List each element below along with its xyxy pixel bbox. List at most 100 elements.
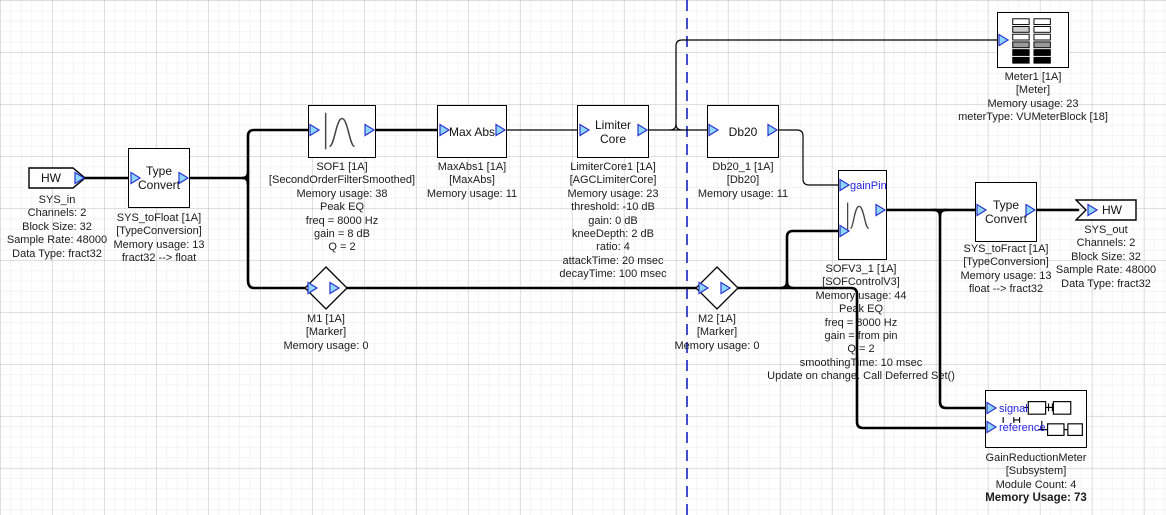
block-limitercore1[interactable]: Limiter Core — [577, 105, 649, 158]
caption-line: [SOFControlV3] — [767, 276, 955, 289]
caption-line: [Db20] — [698, 174, 788, 187]
block-label: Limiter Core — [578, 118, 648, 146]
caption-line: Channels: 2 — [7, 207, 107, 220]
caption-line: attackTime: 20 msec — [559, 255, 666, 268]
block-sys-out-hw[interactable]: HW — [1075, 199, 1137, 221]
block-caption: SYS_outChannels: 2Block Size: 32Sample R… — [1056, 224, 1156, 291]
block-sys-in-hw[interactable]: HW — [28, 167, 86, 189]
caption-line: Sample Rate: 48000 — [1056, 264, 1156, 277]
block-caption: M2 [1A][Marker]Memory usage: 0 — [675, 313, 760, 353]
block-db20[interactable]: Db20 — [707, 105, 779, 158]
caption-line: SOF1 [1A] — [269, 161, 415, 174]
schematic-canvas[interactable]: SYS_inChannels: 2Block Size: 32Sample Ra… — [0, 0, 1166, 515]
block-label: Db20 — [726, 125, 761, 139]
caption-line: freq = 8000 Hz — [269, 215, 415, 228]
caption-line: Block Size: 32 — [7, 221, 107, 234]
wire[interactable] — [243, 178, 248, 184]
block-m2-marker[interactable] — [695, 266, 739, 310]
caption-line: SYS_out — [1056, 224, 1156, 237]
caption-line: [TypeConversion] — [960, 256, 1051, 269]
caption-line: Peak EQ — [767, 303, 955, 316]
caption-line: Memory usage: 0 — [284, 340, 369, 353]
block-meter1[interactable] — [997, 12, 1069, 68]
caption-line: Memory usage: 23 — [958, 98, 1108, 111]
caption-line: Peak EQ — [269, 201, 415, 214]
block-label: Max Abs — [446, 125, 498, 139]
block-gain-reduction-meter[interactable]: signal reference — [985, 390, 1087, 448]
caption-line: Meter1 [1A] — [958, 71, 1108, 84]
block-sys-tofloat[interactable]: Type Convert — [128, 148, 190, 208]
block-caption: MaxAbs1 [1A][MaxAbs]Memory usage: 11 — [427, 161, 517, 201]
caption-line: Block Size: 32 — [1056, 251, 1156, 264]
caption-line: decayTime: 100 msec — [559, 268, 666, 281]
caption-line: meterType: VUMeterBlock [18] — [958, 111, 1108, 124]
block-label: HW — [1099, 203, 1125, 217]
caption-line: Q = 2 — [269, 241, 415, 254]
caption-line: Module Count: 4 — [985, 479, 1087, 492]
block-caption: SOF1 [1A][SecondOrderFilterSmoothed]Memo… — [269, 161, 415, 255]
caption-line: M2 [1A] — [675, 313, 760, 326]
caption-line: threshold: -10 dB — [559, 201, 666, 214]
caption-line: gain: 0 dB — [559, 215, 666, 228]
caption-line: Memory usage: 23 — [559, 188, 666, 201]
caption-line: [Marker] — [675, 326, 760, 339]
caption-line: gain = from pin — [767, 330, 955, 343]
caption-line: ratio: 4 — [559, 241, 666, 254]
caption-line: M1 [1A] — [284, 313, 369, 326]
block-m1-marker[interactable] — [304, 266, 348, 310]
caption-line: [Marker] — [284, 326, 369, 339]
caption-line: LimiterCore1 [1A] — [559, 161, 666, 174]
caption-line: [TypeConversion] — [113, 225, 204, 238]
block-caption: GainReductionMeter[Subsystem]Module Coun… — [985, 452, 1087, 506]
caption-line: Data Type: fract32 — [1056, 278, 1156, 291]
caption-line: [AGCLimiterCore] — [559, 174, 666, 187]
caption-line: freq = 8000 Hz — [767, 317, 955, 330]
block-maxabs1[interactable]: Max Abs — [437, 105, 507, 158]
caption-line: Sample Rate: 48000 — [7, 234, 107, 247]
caption-line: Update on change. Call Deferred Set() — [767, 370, 955, 383]
block-caption: SYS_inChannels: 2Block Size: 32Sample Ra… — [7, 194, 107, 261]
block-sofv3[interactable]: gainPin — [838, 170, 887, 260]
marker-diamond — [304, 266, 348, 310]
block-sof1[interactable] — [308, 105, 376, 158]
caption-line: Db20_1 [1A] — [698, 161, 788, 174]
block-label: Type Convert — [976, 198, 1036, 226]
wire[interactable] — [676, 124, 682, 130]
block-caption: SYS_toFloat [1A][TypeConversion]Memory u… — [113, 212, 204, 266]
caption-line: Memory usage: 13 — [113, 239, 204, 252]
block-label: HW — [38, 171, 64, 185]
wire[interactable] — [940, 210, 946, 216]
caption-line: SOFV3_1 [1A] — [767, 263, 955, 276]
block-caption: SYS_toFract [1A][TypeConversion]Memory u… — [960, 243, 1051, 297]
caption-line: SYS_in — [7, 194, 107, 207]
caption-line: kneeDepth: 2 dB — [559, 228, 666, 241]
caption-line: Memory usage: 38 — [269, 188, 415, 201]
caption-line: Q = 2 — [767, 343, 955, 356]
caption-line: [Meter] — [958, 84, 1108, 97]
caption-line: Channels: 2 — [1056, 237, 1156, 250]
caption-line: Memory usage: 44 — [767, 290, 955, 303]
caption-line: [SecondOrderFilterSmoothed] — [269, 174, 415, 187]
signal-pin-label: signal — [999, 402, 1028, 416]
caption-line: SYS_toFract [1A] — [960, 243, 1051, 256]
caption-line: fract32 --> float — [113, 252, 204, 265]
caption-line: Memory usage: 11 — [427, 188, 517, 201]
block-caption: LimiterCore1 [1A][AGCLimiterCore]Memory … — [559, 161, 666, 282]
caption-line: [MaxAbs] — [427, 174, 517, 187]
caption-line: Memory usage: 11 — [698, 188, 788, 201]
caption-line: GainReductionMeter — [985, 452, 1087, 465]
block-sys-tofract[interactable]: Type Convert — [975, 182, 1037, 242]
block-caption: Meter1 [1A][Meter]Memory usage: 23meterT… — [958, 71, 1108, 125]
vu-meter-icon — [998, 13, 1068, 67]
caption-line: Memory usage: 0 — [675, 340, 760, 353]
caption-line: smoothingTime: 10 msec — [767, 357, 955, 370]
block-caption: Db20_1 [1A][Db20]Memory usage: 11 — [698, 161, 788, 201]
marker-diamond — [695, 266, 739, 310]
wire[interactable] — [243, 172, 248, 178]
block-caption: SOFV3_1 [1A][SOFControlV3]Memory usage: … — [767, 263, 955, 384]
peak-filter-icon — [309, 106, 375, 157]
block-label: Type Convert — [129, 164, 189, 192]
caption-line: gain = 8 dB — [269, 228, 415, 241]
caption-line: Memory usage: 13 — [960, 270, 1051, 283]
caption-line: SYS_toFloat [1A] — [113, 212, 204, 225]
